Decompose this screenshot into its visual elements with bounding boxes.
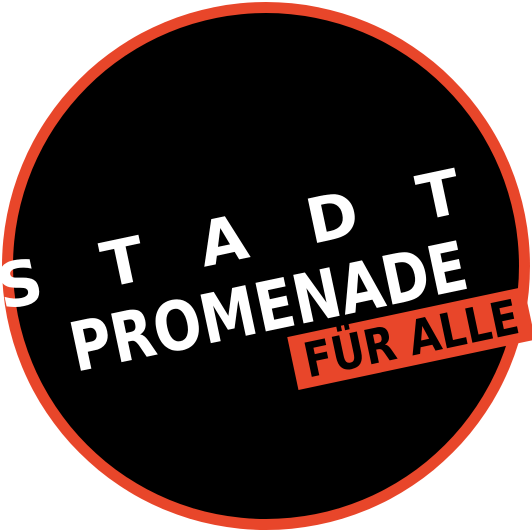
logo-badge: STADT PROMENADE FÜR ALLE xyxy=(0,2,532,530)
logo-stage: STADT PROMENADE FÜR ALLE xyxy=(0,0,532,532)
